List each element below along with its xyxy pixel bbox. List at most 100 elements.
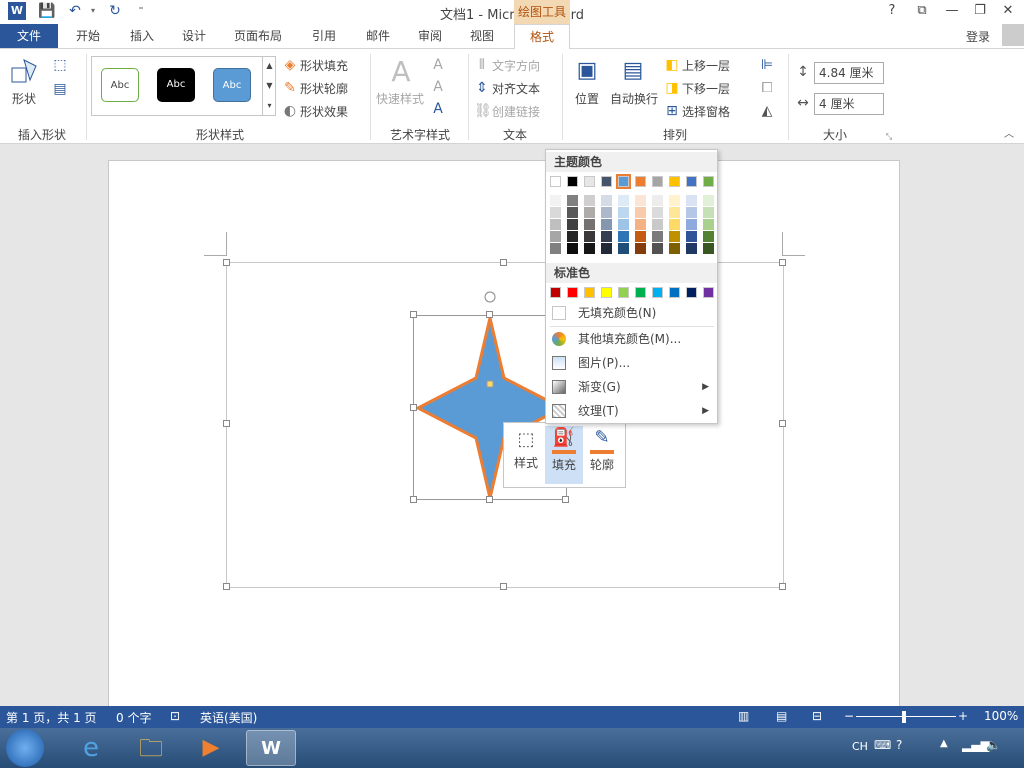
tray-expand-icon[interactable]: ▲ [940,738,948,749]
theme-shade-swatch[interactable] [703,231,714,242]
sign-in-link[interactable]: 登录 [966,28,990,45]
align-icon[interactable]: ⊫ [756,56,778,74]
zoom-out-icon[interactable]: − [844,709,854,723]
ie-icon[interactable]: e [66,730,116,766]
theme-shade-swatch[interactable] [635,219,646,230]
resize-handle[interactable] [486,311,493,318]
theme-shade-swatch[interactable] [635,195,646,206]
theme-shade-swatch[interactable] [652,219,663,230]
tab-insert[interactable]: 插入 [120,24,164,48]
resize-handle[interactable] [223,259,230,266]
theme-shade-swatch[interactable] [601,195,612,206]
bring-forward-button[interactable]: 上移一层 [682,57,730,74]
shape-effects-icon[interactable]: ◐ [282,102,298,120]
theme-shade-swatch[interactable] [584,243,595,254]
word-taskbar-icon[interactable]: W [246,730,296,766]
align-text-icon[interactable]: ⇕ [474,79,490,97]
more-fill-colors-item[interactable]: 其他填充颜色(M)... [546,328,717,350]
keyboard-icon[interactable]: ⌨ [874,738,891,752]
theme-shade-swatch[interactable] [703,207,714,218]
resize-handle[interactable] [223,583,230,590]
standard-color-swatch[interactable] [669,287,680,298]
resize-handle[interactable] [779,583,786,590]
position-icon[interactable]: ▣ [574,56,600,86]
print-layout-icon[interactable]: ▤ [776,709,787,723]
theme-shade-swatch[interactable] [635,231,646,242]
send-backward-button[interactable]: 下移一层 [682,80,730,97]
theme-shade-swatch[interactable] [703,195,714,206]
picture-fill-item[interactable]: 图片(P)... [546,352,717,374]
no-fill-item[interactable]: 无填充颜色(N) [546,302,717,324]
wrap-text-button[interactable]: 自动换行 [610,90,658,107]
standard-color-swatch[interactable] [550,287,561,298]
tab-view[interactable]: 视图 [460,24,504,48]
style-preset-blue[interactable]: Abc [213,68,251,102]
shape-fill-button[interactable]: 形状填充 [300,57,348,74]
resize-handle[interactable] [410,311,417,318]
theme-shade-swatch[interactable] [669,195,680,206]
standard-color-swatch[interactable] [652,287,663,298]
theme-shade-swatch[interactable] [618,195,629,206]
send-backward-icon[interactable]: ◨ [664,79,680,97]
theme-color-swatch[interactable] [550,176,561,187]
theme-shade-swatch[interactable] [652,231,663,242]
theme-shade-swatch[interactable] [584,207,595,218]
mini-fill-button[interactable]: ⛽ 填充 [545,426,583,484]
theme-shade-swatch[interactable] [635,243,646,254]
selection-pane-icon[interactable]: ⊞ [664,102,680,120]
language-indicator[interactable]: 英语(美国) [200,709,257,726]
text-effects-icon[interactable]: A [430,100,446,118]
theme-color-swatch[interactable] [669,176,680,187]
input-language[interactable]: CH [852,740,868,753]
start-button[interactable] [6,729,44,767]
theme-shade-swatch[interactable] [618,243,629,254]
minimize-icon[interactable]: — [940,2,964,20]
mini-outline-button[interactable]: ✎ 轮廓 [583,426,621,484]
theme-shade-swatch[interactable] [550,195,561,206]
tab-mailings[interactable]: 邮件 [356,24,400,48]
resize-handle[interactable] [500,583,507,590]
theme-shade-swatch[interactable] [567,219,578,230]
restore-icon[interactable]: ❐ [968,2,992,20]
standard-color-swatch[interactable] [703,287,714,298]
standard-color-swatch[interactable] [686,287,697,298]
zoom-in-icon[interactable]: + [958,709,968,723]
gradient-fill-item[interactable]: 渐变(G) ▶ [546,376,717,398]
theme-color-swatch[interactable] [686,176,697,187]
resize-handle[interactable] [410,496,417,503]
zoom-slider[interactable] [856,716,956,717]
theme-shade-swatch[interactable] [669,231,680,242]
mini-style-button[interactable]: ⬚ 样式 [507,426,545,484]
text-box-icon[interactable]: ▤ [48,80,72,98]
theme-shade-swatch[interactable] [669,207,680,218]
avatar[interactable] [1002,24,1024,46]
shape-effects-button[interactable]: 形状效果 [300,103,348,120]
theme-shade-swatch[interactable] [686,207,697,218]
theme-shade-swatch[interactable] [550,207,561,218]
close-icon[interactable]: ✕ [996,2,1020,20]
theme-shade-swatch[interactable] [584,219,595,230]
media-player-icon[interactable]: ▶ [186,730,236,766]
bring-forward-icon[interactable]: ◧ [664,56,680,74]
gallery-scroll-icon[interactable]: ▲ ▼ ▾ [262,56,276,116]
theme-shade-swatch[interactable] [618,207,629,218]
web-layout-icon[interactable]: ⊟ [812,709,822,723]
resize-handle[interactable] [562,496,569,503]
theme-shade-swatch[interactable] [686,195,697,206]
resize-handle[interactable] [486,496,493,503]
edit-shape-icon[interactable]: ⬚ [48,56,72,74]
theme-shade-swatch[interactable] [550,219,561,230]
theme-shade-swatch[interactable] [703,243,714,254]
read-mode-icon[interactable]: ▥ [738,709,749,723]
theme-color-swatch[interactable] [635,176,646,187]
resize-handle[interactable] [779,259,786,266]
explorer-icon[interactable]: 🗀 [126,730,176,766]
proofing-icon[interactable]: ⊡ [170,709,180,723]
theme-color-swatch[interactable] [567,176,578,187]
align-text-button[interactable]: 对齐文本 [492,80,540,97]
standard-color-swatch[interactable] [584,287,595,298]
theme-shade-swatch[interactable] [669,219,680,230]
theme-shade-swatch[interactable] [686,243,697,254]
theme-shade-swatch[interactable] [601,231,612,242]
width-field[interactable]: 4 厘米 [814,93,884,115]
